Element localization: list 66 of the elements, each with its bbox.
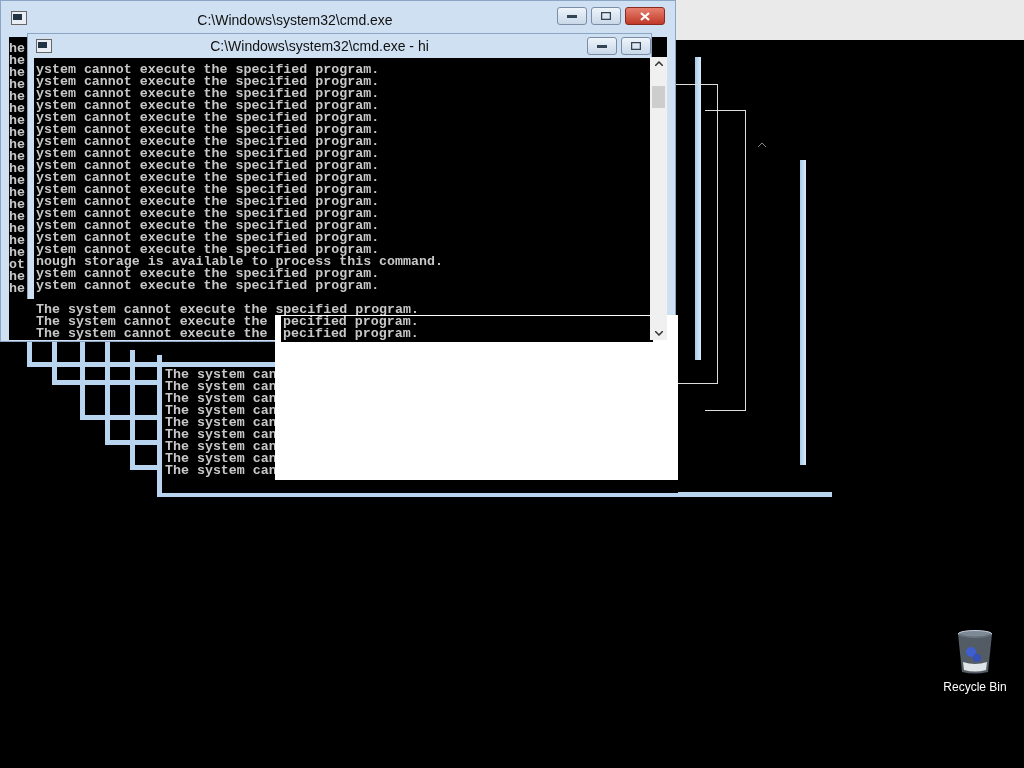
console-line: he — [9, 91, 25, 103]
console-line: The system cannot execute the — [36, 328, 268, 340]
close-button[interactable] — [625, 7, 665, 25]
console-line: ystem cannot execute the specified program. — [36, 124, 380, 136]
console-line: ystem cannot execute the specified program. — [36, 196, 380, 208]
console-line: ystem cannot execute the specified program. — [36, 280, 380, 292]
console-line: he — [9, 55, 25, 67]
console-line: ystem cannot execute the specified program. — [36, 76, 380, 88]
console-line: he — [9, 235, 25, 247]
console-line: he — [9, 175, 25, 187]
console-line: he — [9, 163, 25, 175]
scroll-up-icon[interactable] — [654, 61, 663, 66]
console-line: he — [9, 67, 25, 79]
console-line: ystem cannot execute the specified program. — [36, 184, 380, 196]
maximize-button[interactable] — [591, 7, 621, 25]
console-line: ystem cannot execute the specified program. — [36, 136, 380, 148]
console-line: he — [9, 211, 25, 223]
console-line: ystem cannot execute the specified program. — [36, 268, 380, 280]
maximize-button[interactable] — [621, 37, 651, 55]
console-icon — [36, 39, 52, 53]
console-line: he — [9, 187, 25, 199]
console-line: ystem cannot execute the specified program. — [36, 100, 380, 112]
console-line: he — [9, 115, 25, 127]
window-title: C:\Windows\system32\cmd.exe — [196, 12, 394, 28]
console-line: ot — [9, 259, 25, 271]
scroll-thumb[interactable] — [652, 86, 665, 108]
console-line: ystem cannot execute the specified program. — [36, 88, 380, 100]
console-line: he — [9, 79, 25, 91]
trash-can-icon[interactable] — [957, 630, 993, 674]
console-line: ystem cannot execute the specified program. — [36, 172, 380, 184]
console-line: he — [9, 223, 25, 235]
console-line: he — [9, 151, 25, 163]
console-line: he — [9, 247, 25, 259]
scrollbar[interactable] — [650, 57, 667, 340]
console-line: ystem cannot execute the specified program. — [36, 220, 380, 232]
console-line: he — [9, 271, 25, 283]
console-line: ystem cannot execute the specified program. — [36, 244, 380, 256]
minimize-button[interactable] — [557, 7, 587, 25]
console-line: ystem cannot execute the specified program. — [36, 160, 380, 172]
icon-label[interactable]: Recycle Bin — [943, 680, 1007, 694]
window-title: C:\Windows\system32\cmd.exe - hi — [209, 38, 430, 54]
close-icon — [640, 11, 650, 21]
console-line: pecified program. — [283, 316, 419, 328]
console-line: ystem cannot execute the specified program. — [36, 64, 380, 76]
caret-icon — [757, 142, 767, 148]
console-line: nough storage is available to process this command. — [36, 256, 443, 268]
console-line: he — [9, 139, 25, 151]
console-line: he — [9, 43, 25, 55]
console-line: he — [9, 127, 25, 139]
console-line: The system cannot execute the specified program. — [36, 304, 419, 316]
console-line: he — [9, 199, 25, 211]
console-line: he — [9, 283, 25, 295]
maximize-icon — [631, 42, 641, 50]
console-line: ystem cannot execute the specified program. — [36, 112, 380, 124]
console-line: ystem cannot execute the specified program. — [36, 232, 380, 244]
console-line: pecified program. — [283, 328, 419, 340]
maximize-icon — [601, 12, 611, 20]
console-line: The system cannot execute the — [36, 316, 268, 328]
minimize-icon — [567, 14, 577, 18]
scroll-down-icon[interactable] — [654, 331, 663, 336]
minimize-button[interactable] — [587, 37, 617, 55]
console-line: ystem cannot execute the specified program. — [36, 208, 380, 220]
console-icon — [11, 11, 27, 25]
console-line: ystem cannot execute the specified program. — [36, 148, 380, 160]
minimize-icon — [597, 44, 607, 48]
console-line: he — [9, 103, 25, 115]
